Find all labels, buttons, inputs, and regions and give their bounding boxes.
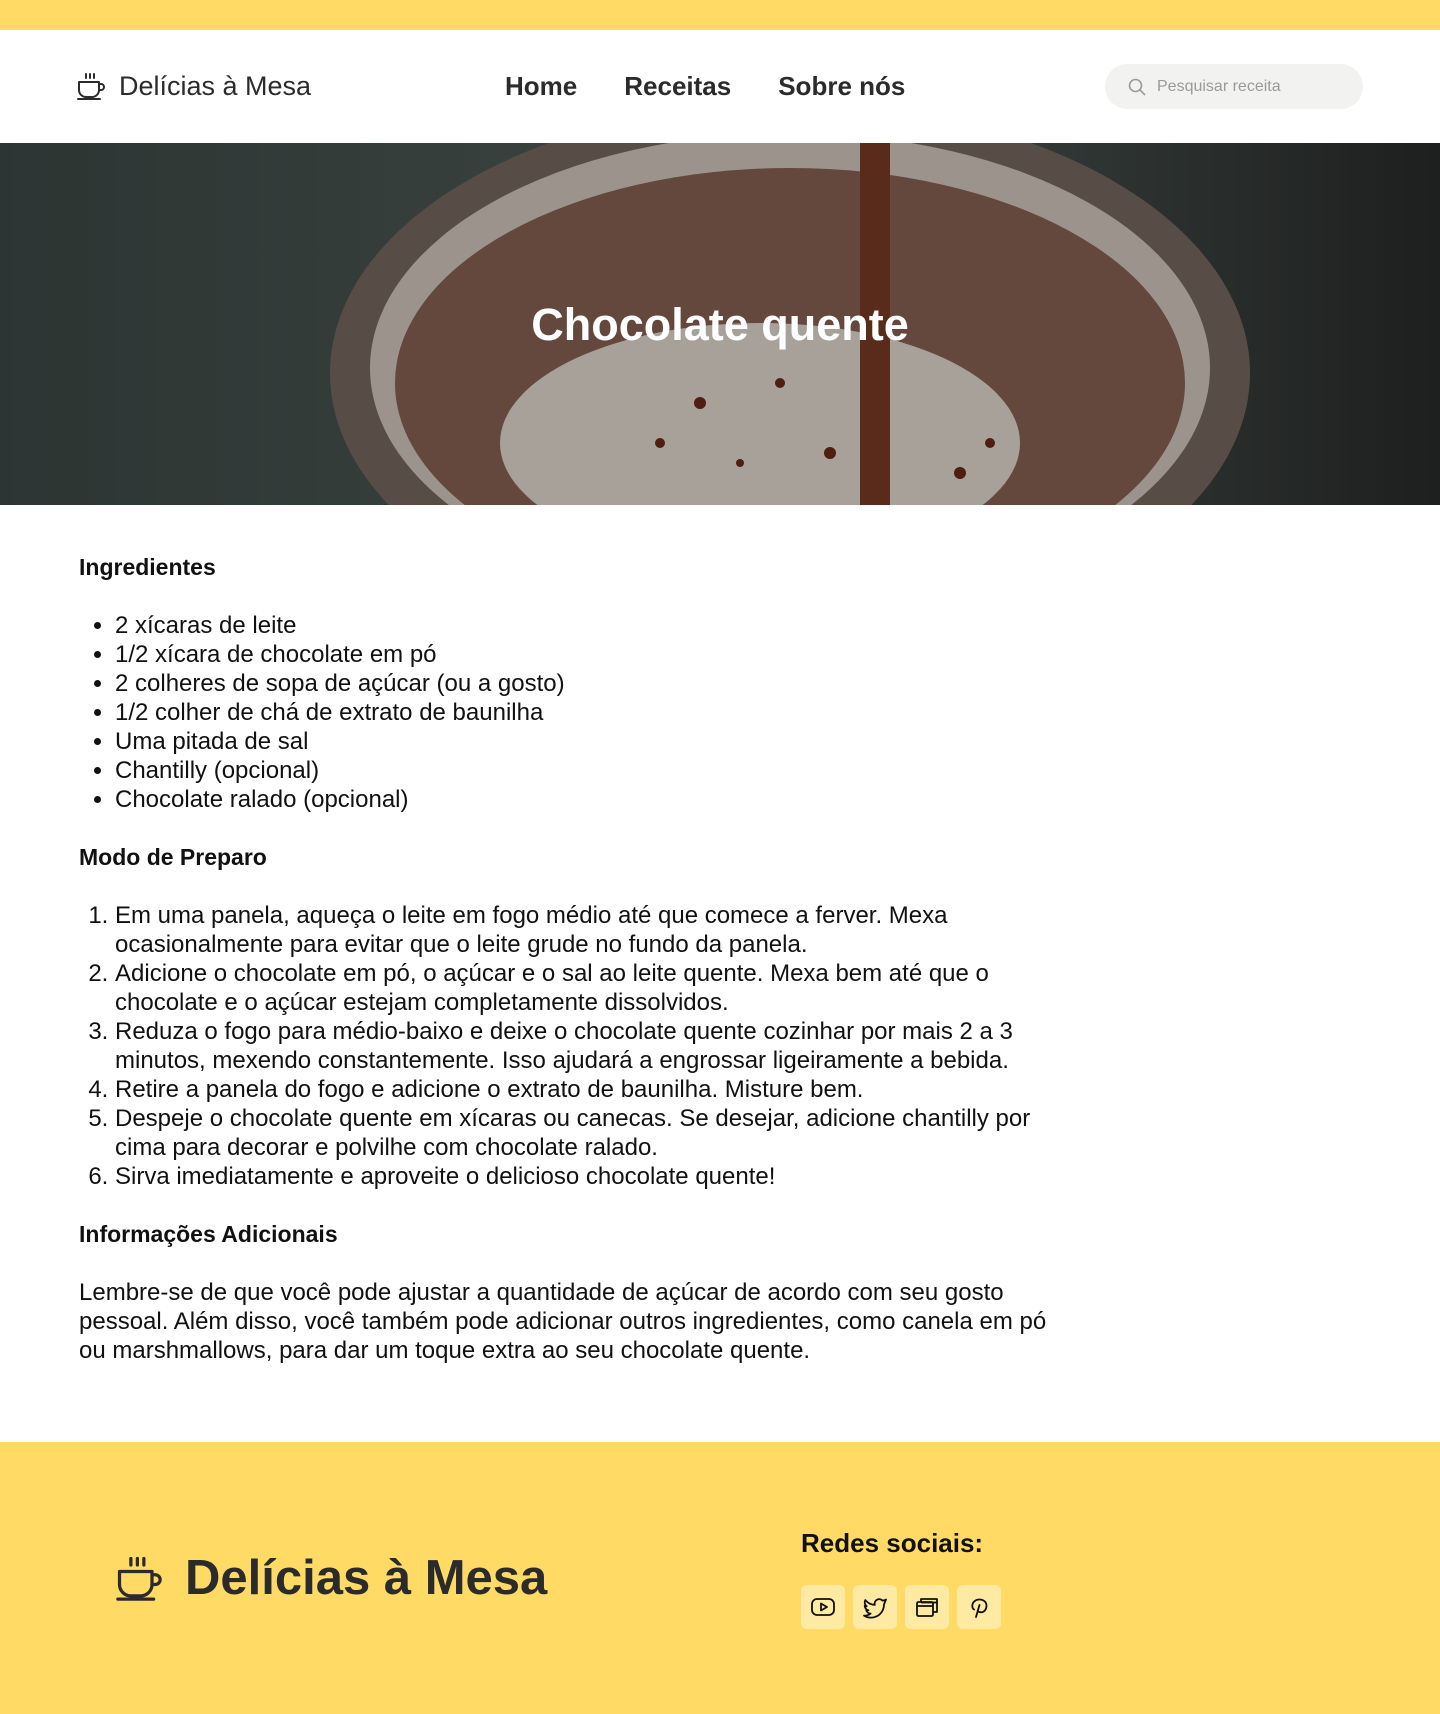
method-step: Reduza o fogo para médio-baixo e deixe o… — [115, 1017, 1059, 1075]
method-step: Retire a panela do fogo e adicione o ext… — [115, 1075, 1059, 1104]
info-heading: Informações Adicionais — [79, 1221, 338, 1247]
ingredients-list: 2 xícaras de leite 1/2 xícara de chocola… — [79, 611, 1059, 814]
ingredient-item: 2 colheres de sopa de açúcar (ou a gosto… — [115, 669, 1059, 698]
recipe-title: Chocolate quente — [531, 299, 909, 350]
search-box[interactable] — [1105, 64, 1363, 109]
recipe-content: Ingredientes 2 xícaras de leite 1/2 xíca… — [79, 553, 1059, 1365]
site-header: Delícias à Mesa Home Receitas Sobre nós — [0, 30, 1440, 143]
coffee-cup-icon — [77, 73, 105, 100]
search-icon — [1128, 78, 1146, 95]
ingredient-item: Chantilly (opcional) — [115, 756, 1059, 785]
twitter-icon — [863, 1598, 887, 1619]
hero-banner: Chocolate quente — [0, 143, 1440, 505]
ingredient-item: 2 xícaras de leite — [115, 611, 1059, 640]
ingredients-heading: Ingredientes — [79, 554, 216, 580]
main-nav: Home Receitas Sobre nós — [505, 71, 905, 102]
info-paragraph: Lembre-se de que você pode ajustar a qua… — [79, 1279, 1047, 1364]
method-step: Em uma panela, aqueça o leite em fogo mé… — [115, 901, 1059, 959]
footer-logo-text: Delícias à Mesa — [185, 1551, 548, 1605]
ingredient-item: 1/2 xícara de chocolate em pó — [115, 640, 1059, 669]
social-links — [801, 1585, 1001, 1629]
ingredient-item: Uma pitada de sal — [115, 727, 1059, 756]
nav-home[interactable]: Home — [505, 71, 577, 102]
footer-logo[interactable]: Delícias à Mesa — [113, 1550, 547, 1606]
method-steps-list: Em uma panela, aqueça o leite em fogo mé… — [79, 901, 1059, 1191]
twitter-link[interactable] — [853, 1585, 897, 1629]
youtube-link[interactable] — [801, 1585, 845, 1629]
ingredient-item: 1/2 colher de chá de extrato de baunilha — [115, 698, 1059, 727]
site-footer: Delícias à Mesa Redes sociais: — [0, 1442, 1440, 1714]
method-step: Sirva imediatamente e aproveite o delici… — [115, 1162, 1059, 1191]
social-heading: Redes sociais: — [801, 1528, 984, 1558]
youtube-icon — [811, 1598, 835, 1616]
pinterest-icon — [971, 1598, 988, 1618]
ingredient-item: Chocolate ralado (opcional) — [115, 785, 1059, 814]
top-accent-strip — [0, 0, 1440, 30]
pinterest-link[interactable] — [957, 1585, 1001, 1629]
method-step: Despeje o chocolate quente em xícaras ou… — [115, 1104, 1059, 1162]
site-logo[interactable]: Delícias à Mesa — [75, 70, 311, 102]
search-input[interactable] — [1157, 77, 1347, 96]
windows-link[interactable] — [905, 1585, 949, 1629]
nav-sobre-nos[interactable]: Sobre nós — [778, 71, 905, 102]
nav-receitas[interactable]: Receitas — [624, 71, 731, 102]
coffee-cup-icon — [116, 1556, 162, 1601]
method-step: Adicione o chocolate em pó, o açúcar e o… — [115, 959, 1059, 1017]
method-heading: Modo de Preparo — [79, 844, 267, 870]
windows-icon — [916, 1598, 938, 1617]
logo-text: Delícias à Mesa — [119, 70, 312, 101]
